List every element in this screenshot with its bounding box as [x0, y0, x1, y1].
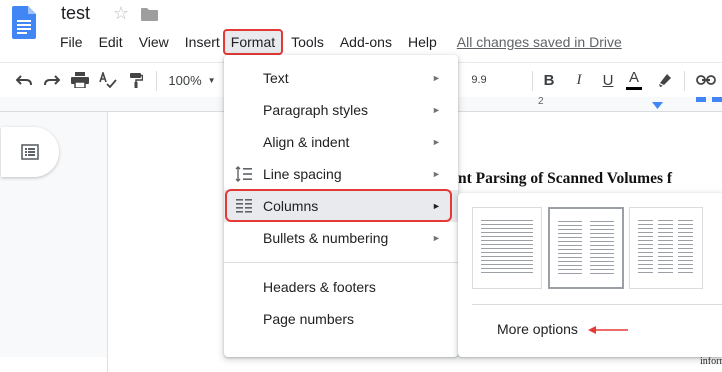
submenu-arrow-icon: ►	[432, 105, 441, 115]
text-color-letter: A	[628, 69, 639, 86]
document-title[interactable]: test	[61, 3, 90, 24]
paint-format-icon[interactable]	[124, 63, 148, 97]
italic-button[interactable]: I	[570, 63, 588, 97]
columns-highlight-annotation	[225, 189, 452, 222]
submenu-arrow-icon: ►	[432, 73, 441, 83]
menu-item-label: Bullets & numbering	[263, 230, 389, 246]
bold-button[interactable]: B	[540, 63, 558, 97]
insert-link-icon[interactable]	[692, 63, 720, 97]
two-column-icon	[558, 221, 614, 274]
tab-marker-icon	[712, 97, 722, 102]
format-menu-align-indent[interactable]: Align & indent ►	[224, 126, 458, 158]
menu-item-label: Align & indent	[263, 134, 350, 150]
menu-view[interactable]: View	[131, 31, 177, 53]
menu-item-label: Line spacing	[263, 166, 342, 182]
highlight-pen-icon[interactable]	[654, 63, 676, 97]
first-line-indent-icon[interactable]	[696, 97, 706, 102]
red-arrow-annotation-icon	[588, 326, 628, 334]
zoom-value: 100%	[168, 72, 202, 88]
menu-item-label: Text	[263, 70, 289, 86]
submenu-arrow-icon: ►	[432, 169, 441, 179]
font-size-input[interactable]: 9.9	[464, 63, 494, 97]
menu-edit[interactable]: Edit	[91, 31, 131, 53]
menu-addons[interactable]: Add-ons	[332, 31, 400, 53]
redo-icon[interactable]	[40, 63, 64, 97]
folder-icon[interactable]	[141, 8, 158, 21]
one-column-icon	[481, 220, 533, 273]
menu-format[interactable]: Format	[222, 29, 284, 55]
menu-item-label: Page numbers	[263, 311, 355, 327]
format-menu-bullets-numbering[interactable]: Bullets & numbering ►	[224, 222, 458, 254]
document-heading: nt Parsing of Scanned Volumes f	[458, 170, 673, 187]
three-column-icon	[638, 220, 693, 273]
chevron-down-icon: ▼	[207, 75, 216, 85]
docs-logo-icon[interactable]	[12, 6, 36, 39]
format-menu-headers-footers[interactable]: Headers & footers	[224, 271, 458, 303]
format-menu-paragraph-styles[interactable]: Paragraph styles ►	[224, 94, 458, 126]
ruler-mark: 2	[538, 96, 544, 107]
outline-icon	[21, 144, 39, 160]
underline-button[interactable]: U	[598, 63, 618, 97]
two-column-preset[interactable]	[548, 207, 624, 289]
spellcheck-icon[interactable]	[96, 63, 120, 97]
format-menu-line-spacing[interactable]: Line spacing ►	[224, 158, 458, 190]
menu-item-label: Paragraph styles	[263, 102, 369, 118]
menubar: File Edit View Insert Format Tools Add-o…	[52, 29, 622, 55]
undo-icon[interactable]	[12, 63, 36, 97]
print-icon[interactable]	[68, 63, 92, 97]
outline-button[interactable]	[1, 127, 59, 177]
zoom-select[interactable]: 100% ▼	[166, 63, 218, 97]
format-menu-page-numbers[interactable]: Page numbers	[224, 303, 458, 335]
line-spacing-icon	[235, 166, 252, 182]
submenu-divider	[472, 304, 722, 305]
star-icon[interactable]: ☆	[113, 3, 129, 24]
menu-file[interactable]: File	[52, 31, 91, 53]
menu-divider	[224, 262, 458, 263]
menu-item-label: Headers & footers	[263, 279, 376, 295]
indent-marker-icon[interactable]	[652, 102, 663, 110]
text-color-swatch	[626, 87, 642, 90]
menu-tools[interactable]: Tools	[283, 31, 332, 53]
menu-help[interactable]: Help	[400, 31, 445, 53]
format-menu-text[interactable]: Text ►	[224, 62, 458, 94]
three-column-preset[interactable]	[629, 207, 703, 289]
more-options-item[interactable]: More options	[497, 321, 578, 337]
text-color-button[interactable]: A	[624, 63, 644, 97]
save-status-link[interactable]: All changes saved in Drive	[457, 34, 622, 50]
one-column-preset[interactable]	[472, 207, 542, 289]
submenu-arrow-icon: ►	[432, 233, 441, 243]
submenu-arrow-icon: ►	[432, 137, 441, 147]
menu-insert[interactable]: Insert	[177, 31, 223, 53]
